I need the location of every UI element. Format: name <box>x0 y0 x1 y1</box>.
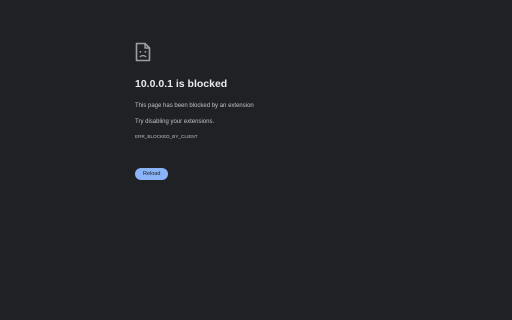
error-page: 10.0.0.1 is blocked This page has been b… <box>0 0 512 320</box>
error-title: 10.0.0.1 is blocked <box>135 78 228 90</box>
error-content: 10.0.0.1 is blocked This page has been b… <box>135 42 475 180</box>
error-suggestion: Try disabling your extensions. <box>135 119 215 125</box>
reload-button[interactable]: Reload <box>135 168 169 180</box>
error-code: ERR_BLOCKED_BY_CLIENT <box>135 134 198 139</box>
sad-document-icon <box>135 42 151 62</box>
error-description: This page has been blocked by an extensi… <box>135 103 254 109</box>
